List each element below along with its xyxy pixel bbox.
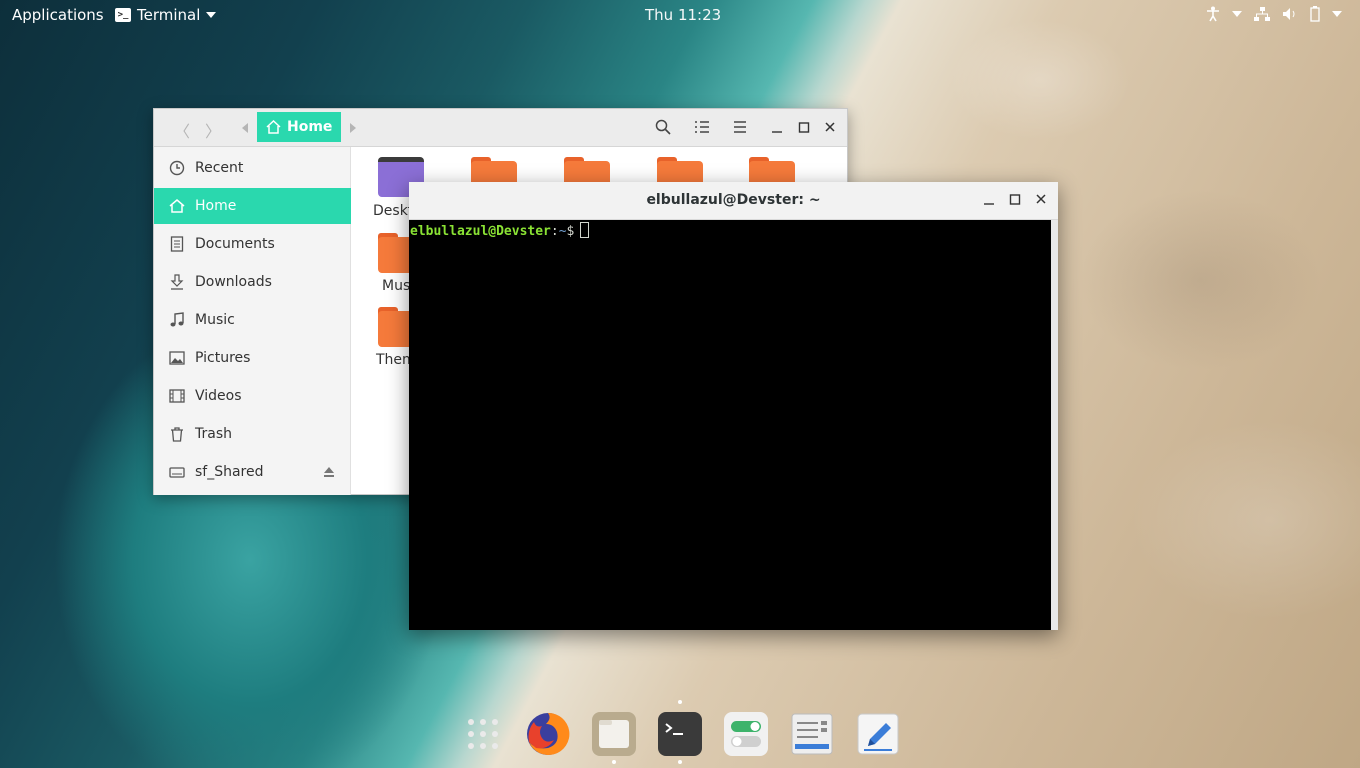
close-icon[interactable] — [824, 119, 836, 135]
sidebar-item-label: Recent — [195, 160, 244, 176]
chevron-down-icon[interactable] — [1232, 10, 1242, 18]
accessibility-icon[interactable] — [1206, 6, 1220, 22]
clock[interactable]: Thu 11:23 — [645, 6, 721, 24]
sidebar-item-label: sf_Shared — [195, 464, 264, 480]
sidebar-item-label: Home — [195, 198, 237, 214]
chevron-down-icon[interactable] — [1332, 10, 1342, 18]
path-home-label: Home — [287, 119, 333, 135]
settings-icon[interactable] — [722, 710, 770, 758]
terminal-body[interactable]: elbullazul@Devster:~$ — [409, 220, 1051, 630]
text-editor-icon[interactable] — [854, 710, 902, 758]
sidebar-item-label: Documents — [195, 236, 275, 252]
running-indicator-dot — [678, 760, 682, 764]
firefox-icon[interactable] — [524, 710, 572, 758]
files-sidebar: Recent Home Documents Downloads Music Pi… — [154, 147, 351, 495]
system-tray[interactable] — [1206, 6, 1342, 22]
forward-icon[interactable]: 〉 — [205, 118, 221, 142]
software-icon[interactable] — [788, 710, 836, 758]
prompt-separator: : — [550, 224, 559, 239]
download-icon — [170, 274, 184, 290]
running-indicator-dot — [612, 760, 616, 764]
sidebar-item-trash[interactable]: Trash — [154, 416, 351, 452]
sidebar-item-sf-shared[interactable]: sf_Shared — [154, 454, 351, 490]
back-icon[interactable]: 〈 — [174, 118, 190, 142]
folder-label: Mus — [382, 278, 411, 294]
sidebar-item-label: Videos — [195, 388, 242, 404]
applications-menu[interactable]: Applications — [12, 6, 104, 24]
sidebar-item-pictures[interactable]: Pictures — [154, 340, 351, 376]
sidebar-item-label: Pictures — [195, 350, 251, 366]
terminal-icon[interactable] — [656, 710, 704, 764]
music-icon — [170, 312, 184, 327]
search-icon[interactable] — [655, 119, 671, 135]
sidebar-item-label: Downloads — [195, 274, 272, 290]
sidebar-item-label: Music — [195, 312, 235, 328]
app-menu[interactable]: >_ Terminal — [115, 6, 217, 24]
battery-icon[interactable] — [1310, 6, 1320, 22]
terminal-titlebar[interactable]: elbullazul@Devster: ~ — [409, 182, 1058, 220]
chevron-down-icon — [206, 12, 217, 18]
minimize-icon[interactable] — [983, 192, 995, 208]
path-home-button[interactable]: Home — [257, 112, 341, 142]
prompt-user: elbullazul@Devster — [410, 224, 551, 239]
path-left-icon[interactable] — [242, 123, 248, 133]
network-icon[interactable] — [1254, 7, 1270, 21]
path-right-icon[interactable] — [350, 123, 356, 133]
terminal-scrollbar[interactable] — [1051, 220, 1058, 630]
menu-icon[interactable] — [732, 119, 748, 135]
clock-icon — [169, 160, 185, 176]
text-cursor — [580, 222, 590, 238]
maximize-icon[interactable] — [798, 119, 810, 135]
top-panel: Applications >_ Terminal Thu 11:23 — [0, 0, 1360, 30]
sidebar-item-videos[interactable]: Videos — [154, 378, 351, 414]
document-icon — [170, 236, 184, 252]
terminal-icon: >_ — [115, 8, 131, 22]
sidebar-item-downloads[interactable]: Downloads — [154, 264, 351, 300]
list-view-icon[interactable] — [694, 119, 710, 135]
files-headerbar: 〈 〉 Home — [154, 109, 847, 147]
folder-label: Deskt — [373, 203, 414, 219]
sidebar-item-documents[interactable]: Documents — [154, 226, 351, 262]
film-icon — [169, 389, 185, 403]
sidebar-item-recent[interactable]: Recent — [154, 150, 351, 186]
home-icon — [266, 120, 281, 134]
prompt-symbol: $ — [566, 224, 575, 239]
minimize-icon[interactable] — [771, 119, 783, 135]
sidebar-item-home[interactable]: Home — [154, 188, 351, 224]
app-grid-icon[interactable] — [459, 710, 507, 758]
drive-icon — [169, 467, 185, 478]
close-icon[interactable] — [1035, 192, 1047, 208]
files-icon[interactable] — [590, 710, 638, 764]
app-menu-label: Terminal — [137, 6, 201, 24]
trash-icon — [171, 427, 183, 442]
terminal-title: elbullazul@Devster: ~ — [646, 192, 821, 208]
prompt-path: ~ — [558, 224, 567, 239]
eject-icon[interactable] — [323, 466, 335, 478]
sidebar-item-music[interactable]: Music — [154, 302, 351, 338]
dock-indicator-dot — [678, 700, 682, 704]
home-icon — [169, 199, 185, 213]
volume-icon[interactable] — [1282, 7, 1298, 21]
maximize-icon[interactable] — [1009, 192, 1021, 208]
picture-icon — [169, 351, 185, 365]
terminal-window[interactable]: elbullazul@Devster: ~ elbullazul@Devster… — [409, 182, 1058, 630]
sidebar-item-label: Trash — [195, 426, 232, 442]
